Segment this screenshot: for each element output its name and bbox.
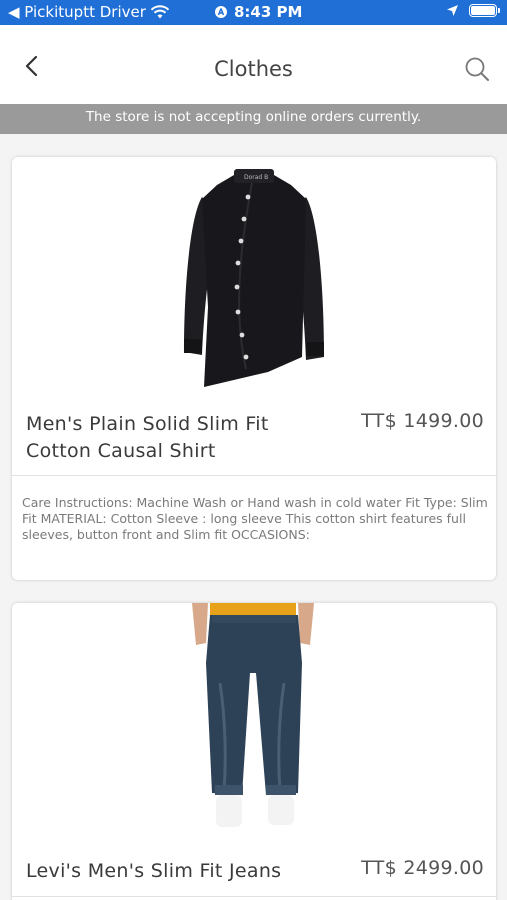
location-arrow-icon	[447, 5, 458, 16]
battery-fill	[471, 6, 495, 15]
store-closed-notice: The store is not accepting online orders…	[0, 104, 507, 134]
search-icon[interactable]	[463, 55, 491, 83]
product-name: Men's Plain Solid Slim Fit Cotton Causal…	[26, 413, 269, 462]
page-title: Clothes	[214, 57, 293, 81]
back-to-app-button[interactable]: ◀ Pickituptt Driver	[8, 3, 170, 21]
status-bar: ◀ Pickituptt Driver 8:43 PM	[0, 0, 507, 25]
product-name: Levi's Men's Slim Fit Jeans	[26, 860, 282, 882]
divider	[12, 896, 496, 897]
status-right-group	[446, 4, 500, 17]
product-card[interactable]: Dorad B Men's Plain Solid Slim Fit Cotto…	[12, 157, 496, 580]
divider	[12, 475, 496, 476]
product-description: Care Instructions: Machine Wash or Hand …	[22, 495, 488, 542]
svg-text:Dorad B: Dorad B	[244, 174, 268, 181]
alarm-icon	[215, 6, 227, 18]
product-card[interactable]: Levi's Men's Slim Fit Jeans TT$ 2499.00	[12, 603, 496, 900]
wifi-icon	[150, 4, 170, 18]
product-price: TT$ 2499.00	[361, 857, 484, 879]
product-image-shirt[interactable]: Dorad B	[12, 157, 496, 397]
product-image-jeans[interactable]	[12, 603, 496, 843]
back-app-label: ◀ Pickituptt Driver	[8, 3, 146, 21]
status-time: 8:43 PM	[234, 3, 303, 21]
product-price: TT$ 1499.00	[361, 410, 484, 432]
navigation-bar: Clothes	[0, 25, 507, 104]
battery-icon	[469, 4, 500, 17]
status-time-group: 8:43 PM	[214, 3, 302, 21]
